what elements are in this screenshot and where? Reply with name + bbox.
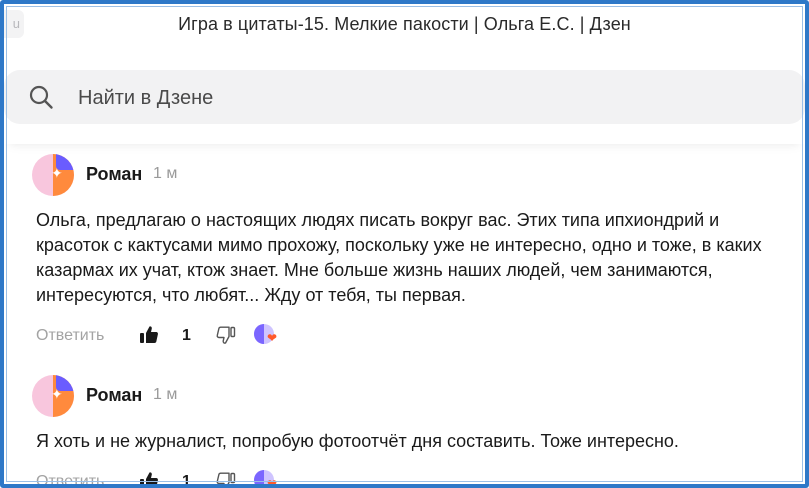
comment: ✦ Роман 1 м Ольга, предлагаю о настоящих…	[32, 154, 787, 349]
thumbs-up-icon[interactable]	[139, 471, 159, 488]
browser-window: u Игра в цитаты-15. Мелкие пакости | Оль…	[0, 0, 809, 488]
avatar[interactable]: ✦	[32, 154, 74, 196]
search-input[interactable]	[76, 70, 789, 126]
thumbs-down-icon[interactable]	[216, 471, 236, 488]
title-bar: u Игра в цитаты-15. Мелкие пакости | Оль…	[4, 4, 805, 48]
search-header	[4, 48, 805, 144]
comment-author[interactable]: Роман	[86, 385, 142, 406]
heart-icon: ❤	[267, 331, 278, 345]
comment-actions: Ответить 1 ❤	[32, 321, 787, 349]
page-title: Игра в цитаты-15. Мелкие пакости | Ольга…	[178, 14, 631, 34]
search-icon[interactable]	[28, 84, 54, 110]
like-count: 1	[182, 327, 191, 344]
comment-author[interactable]: Роман	[86, 164, 142, 185]
like-count: 1	[182, 473, 191, 488]
comments-list: ✦ Роман 1 м Ольга, предлагаю о настоящих…	[4, 154, 805, 488]
comment-text: Я хоть и не журналист, попробую фотоотчё…	[36, 431, 679, 451]
reply-button[interactable]: Ответить	[36, 473, 104, 484]
comment-time: 1 м	[153, 165, 178, 182]
comment-actions: Ответить 1 ❤	[32, 467, 787, 488]
search-bar[interactable]	[4, 70, 805, 126]
avatar[interactable]: ✦	[32, 375, 74, 417]
thumbs-up-icon[interactable]	[139, 325, 159, 345]
comment-text: Ольга, предлагаю о настоящих людях писат…	[36, 210, 762, 305]
comment-header: ✦ Роман 1 м	[32, 154, 787, 198]
reply-button[interactable]: Ответить	[36, 327, 104, 345]
heart-icon: ❤	[267, 477, 278, 488]
thumbs-down-icon[interactable]	[216, 325, 236, 345]
comment-time: 1 м	[153, 386, 178, 403]
comment-header: ✦ Роман 1 м	[32, 375, 787, 419]
comment: ✦ Роман 1 м Я хоть и не журналист, попро…	[32, 375, 787, 488]
